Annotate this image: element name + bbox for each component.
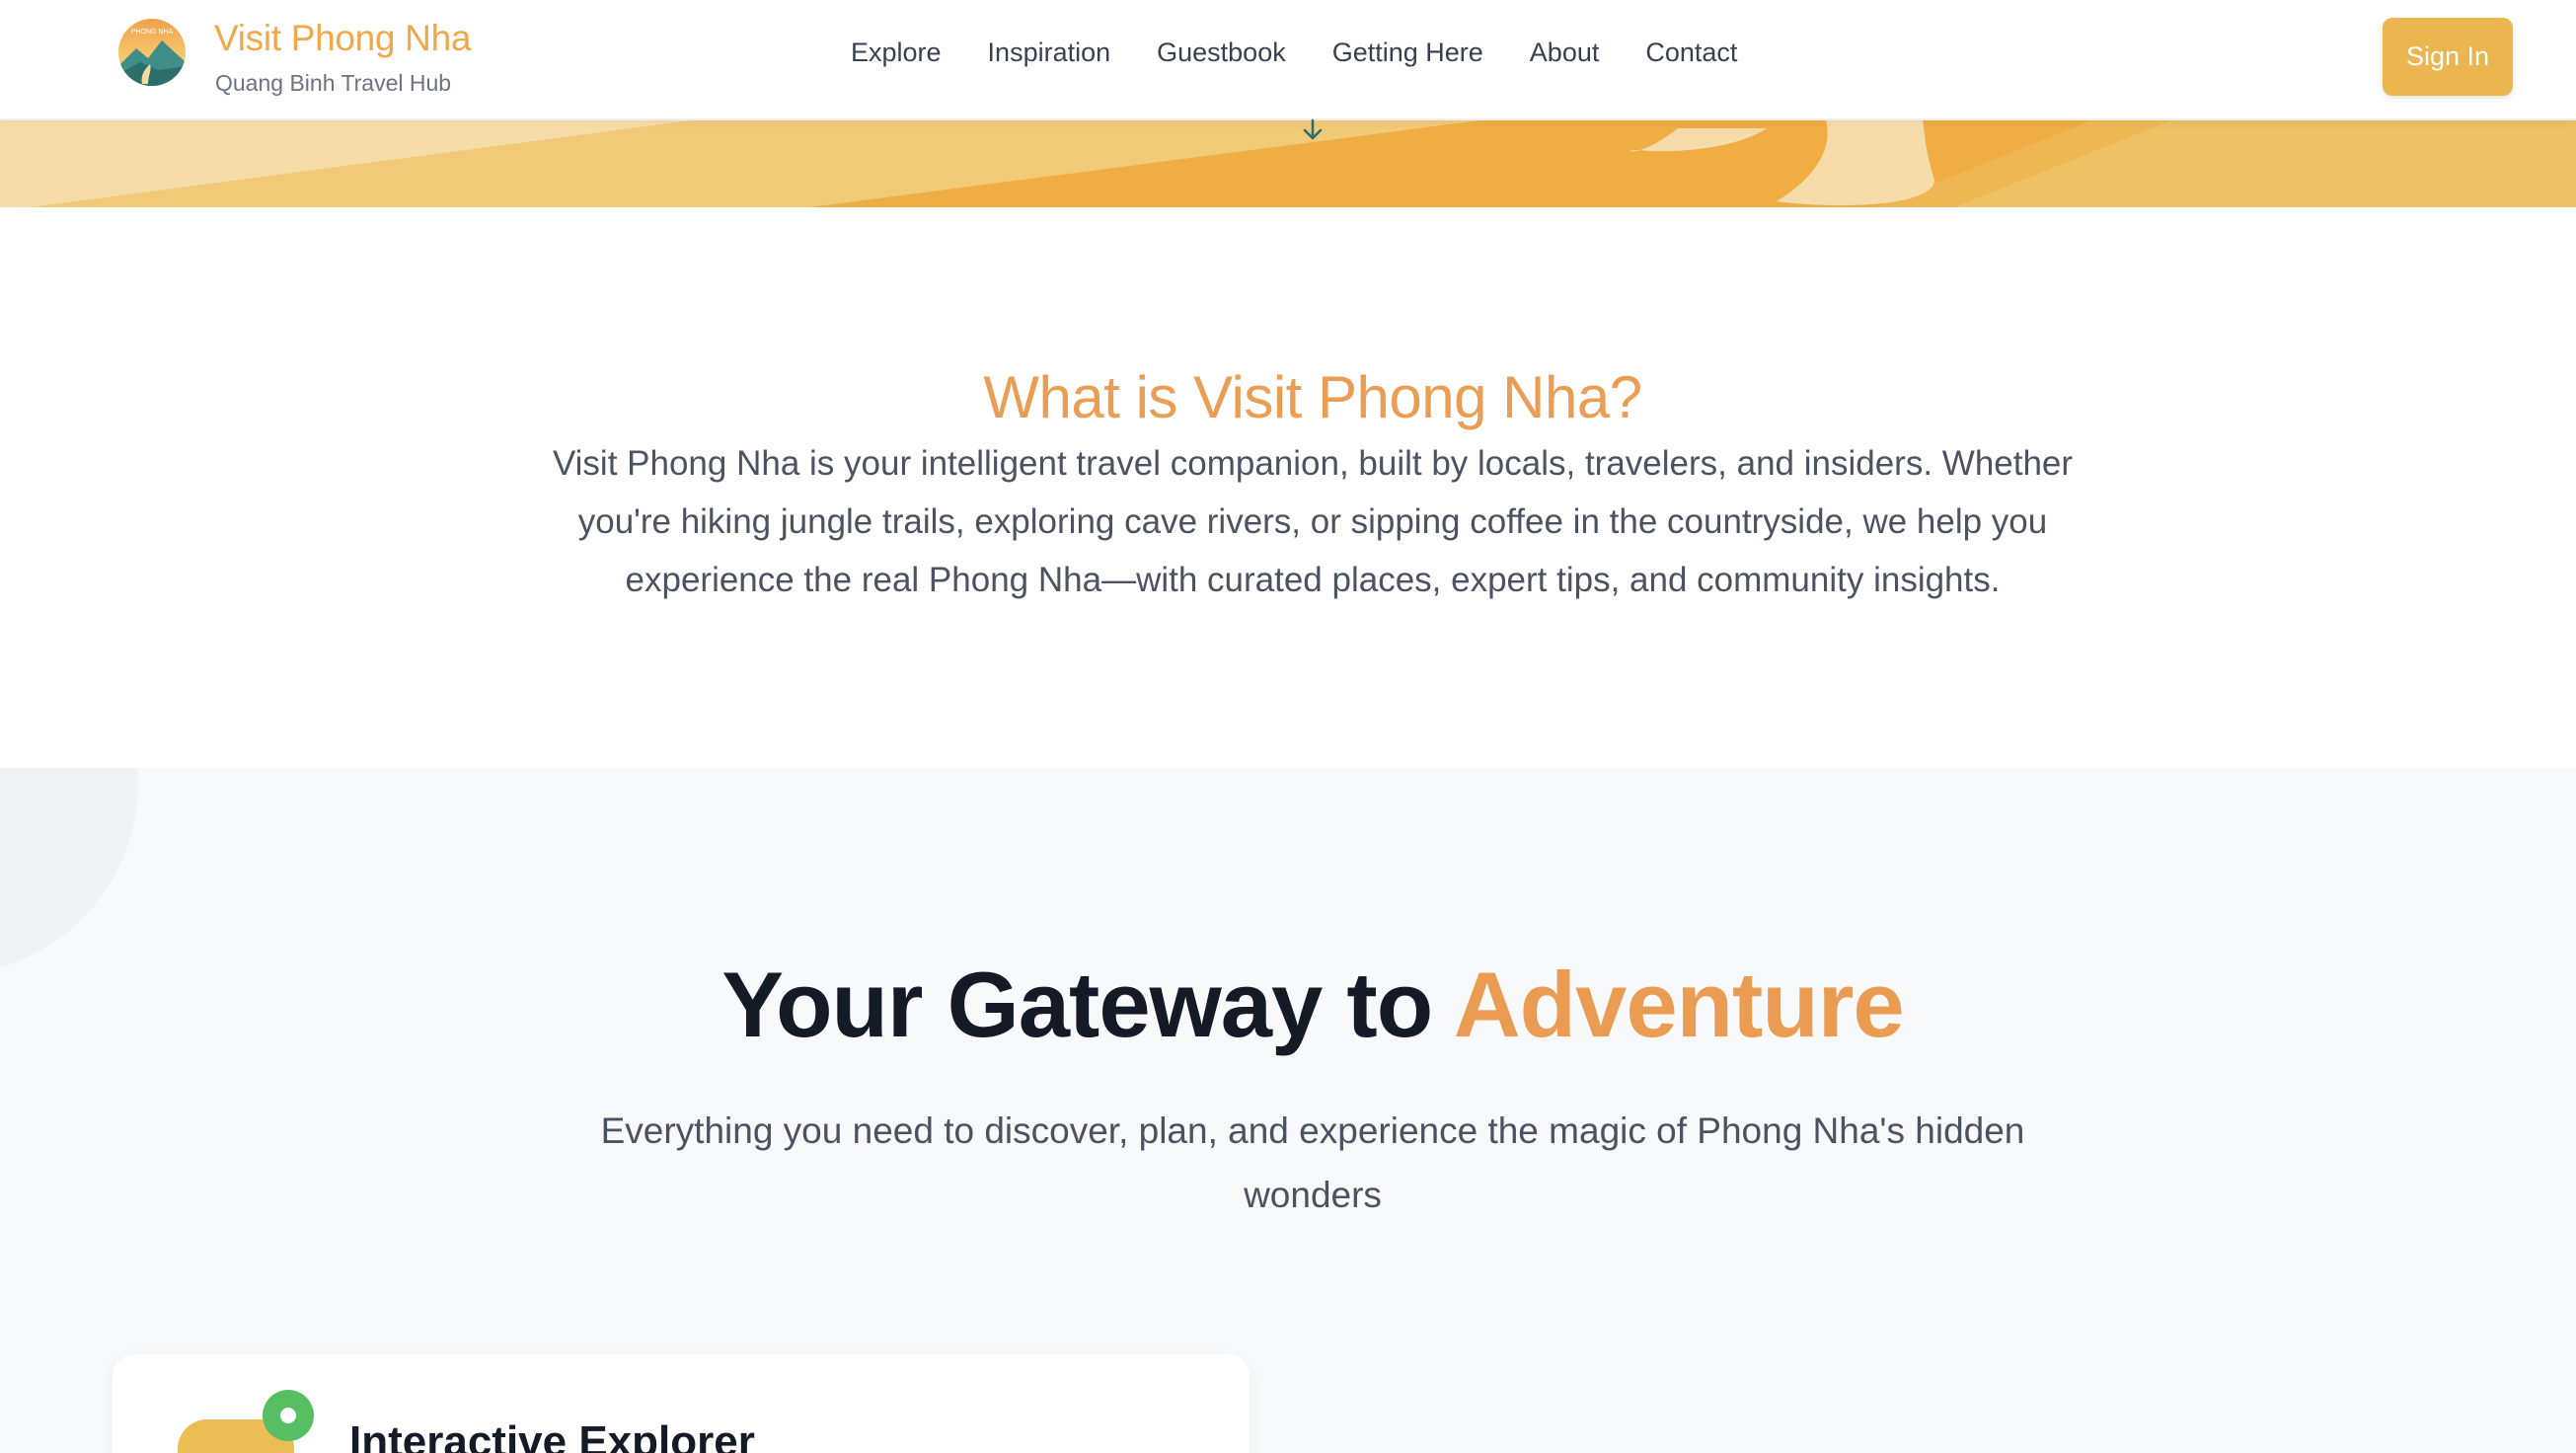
nav-guestbook[interactable]: Guestbook	[1157, 38, 1286, 68]
gateway-title-accent: Adventure	[1453, 953, 1905, 1056]
about-description: Visit Phong Nha is your intelligent trav…	[552, 444, 2074, 599]
nav-contact[interactable]: Contact	[1645, 38, 1737, 68]
brand-title[interactable]: Visit Phong Nha	[214, 18, 471, 59]
nav-about[interactable]: About	[1530, 38, 1600, 68]
feature-card-interactive-explorer[interactable]: Interactive Explorer	[113, 1354, 1250, 1453]
sign-in-button[interactable]: Sign In	[2383, 18, 2513, 96]
site-header: PHONG NHA Visit Phong Nha Quang Binh Tra…	[0, 0, 2576, 120]
feature-card-title: Interactive Explorer	[349, 1417, 755, 1453]
decorative-circle	[0, 768, 138, 975]
gateway-subtitle: Everything you need to discover, plan, a…	[600, 1110, 2025, 1215]
hero-banner-bottom	[0, 120, 2576, 207]
gateway-title-prefix: Your Gateway to	[721, 953, 1454, 1056]
nav-explore[interactable]: Explore	[851, 38, 942, 68]
gateway-title: Your Gateway to Adventure	[0, 952, 2576, 1058]
about-title: What is Visit Phong Nha?	[983, 364, 1642, 430]
location-dot-icon	[263, 1390, 314, 1441]
main-nav: Explore Inspiration Guestbook Getting He…	[851, 38, 1737, 68]
nav-inspiration[interactable]: Inspiration	[988, 38, 1111, 68]
nav-getting-here[interactable]: Getting Here	[1332, 38, 1483, 68]
svg-text:PHONG NHA: PHONG NHA	[131, 29, 174, 36]
gateway-section: Your Gateway to Adventure Everything you…	[0, 768, 2576, 1453]
logo-icon[interactable]: PHONG NHA	[118, 19, 186, 86]
brand-subtitle: Quang Binh Travel Hub	[215, 70, 452, 96]
scroll-down-icon[interactable]	[1301, 118, 1325, 142]
